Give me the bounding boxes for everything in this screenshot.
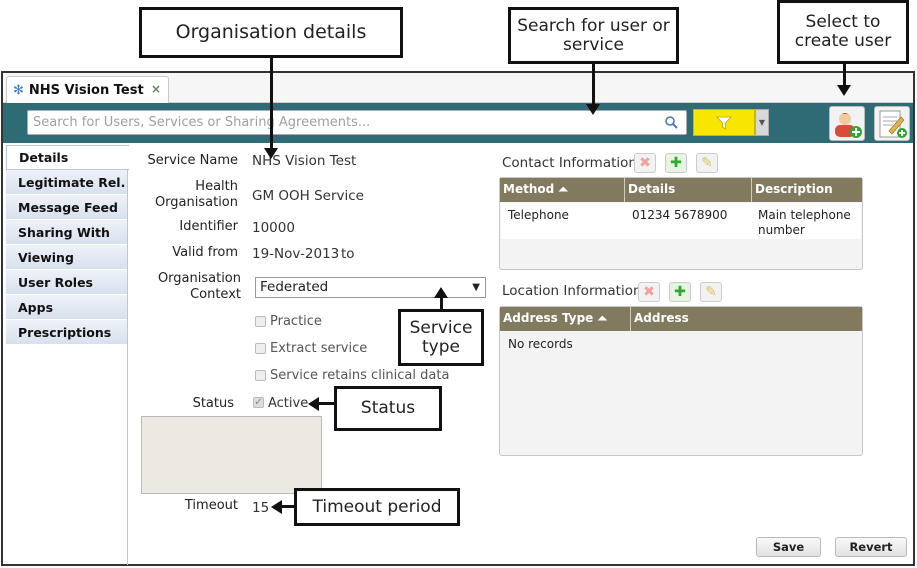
callout-arrow: [281, 505, 294, 508]
active-label: Active: [268, 396, 309, 411]
delete-location-button[interactable]: ✖: [638, 282, 660, 302]
extract-service-label: Extract service: [270, 341, 368, 356]
contact-grid-header: Method ⏶ Details Description: [500, 178, 862, 202]
arrow-head-icon: [434, 287, 448, 298]
tab-bar: ✻ NHS Vision Test ×: [3, 73, 913, 103]
sidebar-item-prescriptions[interactable]: Prescriptions: [6, 320, 127, 345]
pencil-icon: ✎: [701, 155, 713, 171]
contact-information-title: Contact Information: [502, 155, 637, 171]
add-location-button[interactable]: ✚: [669, 282, 691, 302]
arrow-head-icon: [271, 500, 282, 514]
valid-from-label: Valid from: [172, 245, 238, 260]
search-icon[interactable]: [664, 115, 678, 129]
sidebar-item-user-roles[interactable]: User Roles: [6, 270, 127, 295]
edit-document-button[interactable]: [874, 106, 910, 141]
arrow-head-icon: [837, 85, 851, 96]
valid-to-label: to: [341, 246, 355, 262]
column-method[interactable]: Method ⏶: [503, 182, 568, 197]
no-records-text: No records: [508, 337, 573, 351]
table-row[interactable]: Telephone 01234 5678900 Main telephone n…: [501, 203, 861, 239]
delete-contact-button[interactable]: ✖: [634, 153, 656, 173]
extract-service-checkbox[interactable]: [255, 343, 266, 354]
health-organisation-value: GM OOH Service: [252, 188, 364, 204]
service-icon: ✻: [13, 82, 24, 98]
edit-document-icon: [879, 110, 907, 138]
organisation-context-value: Federated: [260, 279, 329, 295]
organisation-context-label: Organisation Context: [157, 271, 241, 302]
sidebar-item-apps[interactable]: Apps: [6, 295, 127, 320]
revert-button[interactable]: Revert: [835, 537, 907, 557]
arrow-head-icon: [264, 148, 278, 159]
toolbar: ▼: [3, 103, 913, 143]
edit-contact-button[interactable]: ✎: [696, 153, 718, 173]
practice-label: Practice: [270, 314, 322, 329]
column-address[interactable]: Address: [634, 311, 689, 325]
details-cell: 01234 5678900: [632, 208, 728, 222]
health-organisation-label: Health Organisation: [154, 179, 238, 210]
tab-nhs-vision-test[interactable]: ✻ NHS Vision Test ×: [6, 76, 169, 103]
delete-icon: ✖: [643, 284, 655, 300]
practice-checkbox[interactable]: [255, 316, 266, 327]
add-user-icon: [835, 113, 862, 138]
tab-label: NHS Vision Test: [28, 82, 144, 98]
service-type-callout: Service type: [398, 309, 484, 366]
column-details[interactable]: Details: [628, 182, 675, 196]
search-input[interactable]: [33, 115, 653, 130]
add-contact-button[interactable]: ✚: [665, 153, 687, 173]
search-callout: Search for user or service: [508, 7, 679, 64]
status-callout: Status: [334, 386, 442, 431]
filter-icon: [716, 116, 732, 130]
identifier-label: Identifier: [179, 219, 238, 234]
valid-from-value: 19-Nov-2013: [252, 246, 340, 262]
description-cell: Main telephone number: [758, 208, 851, 237]
chevron-down-icon: ▼: [758, 118, 766, 127]
organisation-context-select[interactable]: Federated ▼: [255, 277, 486, 298]
service-name-label: Service Name: [147, 153, 238, 168]
timeout-callout: Timeout period: [294, 488, 460, 526]
timeout-value: 15: [252, 500, 270, 516]
arrow-head-icon: [308, 397, 319, 411]
identifier-value: 10000: [252, 220, 295, 236]
sidebar: Details Legitimate Rel. Message Feed Sha…: [6, 145, 129, 565]
arrow-head-icon: [586, 104, 600, 115]
sidebar-item-details[interactable]: Details: [6, 145, 129, 170]
delete-icon: ✖: [639, 155, 651, 171]
create-user-button[interactable]: [829, 106, 865, 141]
retains-clinical-data-checkbox[interactable]: [255, 370, 266, 381]
contact-grid: Method ⏶ Details Description Telephone 0…: [499, 177, 863, 270]
sidebar-item-viewing[interactable]: Viewing: [6, 245, 127, 270]
sidebar-item-message-feed[interactable]: Message Feed: [6, 195, 127, 220]
active-checkbox[interactable]: ✓: [253, 397, 264, 408]
callout-arrow: [318, 402, 334, 405]
callout-arrow: [270, 58, 273, 150]
sidebar-item-legitimate-rel[interactable]: Legitimate Rel.: [6, 170, 127, 195]
location-grid: Address Type ⏶ Address No records: [499, 306, 863, 456]
chevron-down-icon: ▼: [472, 282, 480, 293]
add-icon: ✚: [670, 155, 682, 171]
callout-arrow: [843, 64, 846, 86]
organisation-details-callout: Organisation details: [139, 7, 403, 58]
create-user-callout: Select to create user: [777, 0, 909, 64]
column-description[interactable]: Description: [755, 182, 833, 196]
sidebar-item-sharing-with[interactable]: Sharing With: [6, 220, 127, 245]
location-information-title: Location Information: [502, 283, 642, 299]
close-icon[interactable]: ×: [151, 82, 161, 96]
pencil-icon: ✎: [705, 284, 717, 300]
add-icon: ✚: [674, 284, 686, 300]
method-cell: Telephone: [508, 208, 569, 222]
save-button[interactable]: Save: [756, 537, 821, 557]
column-address-type[interactable]: Address Type ⏶: [503, 311, 607, 326]
retains-clinical-data-label: Service retains clinical data: [270, 368, 450, 383]
location-grid-header: Address Type ⏶ Address: [500, 307, 862, 331]
status-label: Status: [192, 396, 234, 411]
callout-arrow: [440, 297, 443, 309]
timeout-label: Timeout: [184, 498, 238, 513]
callout-arrow: [592, 64, 595, 106]
notes-box[interactable]: [141, 416, 322, 494]
filter-button[interactable]: [693, 109, 755, 136]
filter-dropdown[interactable]: ▼: [755, 109, 769, 136]
edit-location-button[interactable]: ✎: [700, 282, 722, 302]
